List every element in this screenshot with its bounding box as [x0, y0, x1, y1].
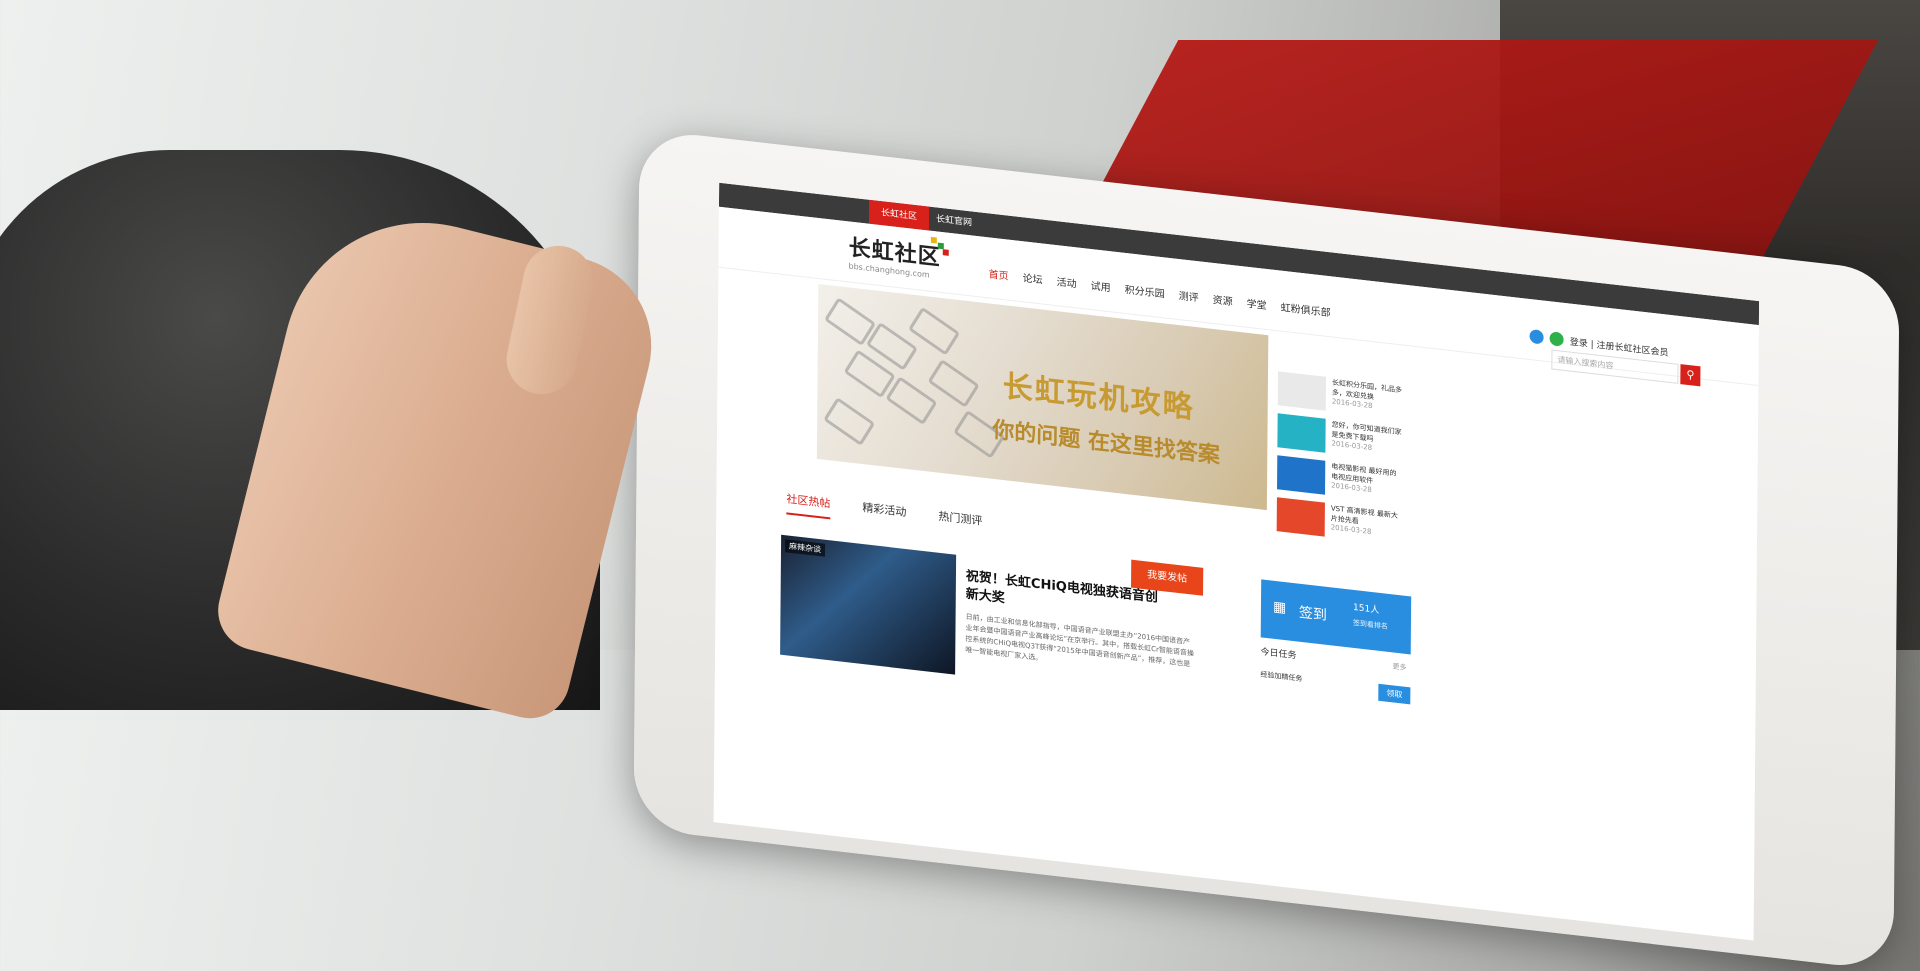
tab-hot-posts[interactable]: 社区热帖	[786, 490, 831, 520]
nav-item[interactable]: 论坛	[1023, 269, 1043, 286]
claim-task-button[interactable]: 领取	[1378, 683, 1411, 705]
side-news-list: 长虹积分乐园，礼品多多，欢迎兑换 2016-03-28 您好，你可知道我们家是免费…	[1276, 371, 1403, 553]
nav-item[interactable]: 学堂	[1247, 295, 1267, 312]
logo-squares-icon	[930, 236, 949, 257]
tab-events[interactable]: 精彩活动	[862, 499, 906, 528]
post-image: 麻辣杂谈	[780, 534, 957, 675]
list-item[interactable]: 长虹积分乐园，礼品多多，欢迎兑换 2016-03-28	[1277, 371, 1403, 419]
tab-reviews[interactable]: 热门测评	[938, 508, 982, 537]
list-item[interactable]: 电视猫影视 最好用的电视应用软件 2016-03-28	[1277, 455, 1402, 503]
tablet-screen: 长虹社区 长虹官网 长虹社区 bbs.changhong.com 首页 论坛 活…	[713, 182, 1760, 941]
list-item[interactable]: VST 高清影视 最新大片抢先看 2016-03-28	[1276, 497, 1402, 545]
nav-item[interactable]: 首页	[989, 265, 1009, 282]
nav-item[interactable]: 试用	[1091, 277, 1111, 294]
post-category: 麻辣杂谈	[784, 539, 826, 557]
search-button[interactable]: ⚲	[1680, 364, 1701, 387]
content-tabs: 社区热帖 精彩活动 热门测评	[786, 490, 983, 537]
sign-in-label: 签到	[1298, 604, 1328, 624]
sign-in-rank-link[interactable]: 签到看排名	[1353, 618, 1388, 632]
news-thumbnail	[1276, 497, 1325, 537]
calendar-icon: ▦	[1272, 598, 1287, 617]
list-item[interactable]: 您好，你可知道我们家是免费下载吗 2016-03-28	[1277, 413, 1402, 461]
site-logo[interactable]: 长虹社区 bbs.changhong.com	[849, 229, 949, 280]
nav-item[interactable]: 测评	[1179, 287, 1199, 304]
nav-item[interactable]: 活动	[1057, 273, 1077, 290]
nav-item[interactable]: 资源	[1213, 291, 1233, 308]
news-thumbnail	[1277, 413, 1326, 453]
news-thumbnail	[1277, 371, 1327, 411]
task-more-link[interactable]: 更多	[1393, 661, 1407, 673]
sign-in-count: 151人	[1353, 602, 1380, 616]
hot-post-card[interactable]: 麻辣杂谈 祝贺！长虹CHiQ电视独获语音创新大奖 日前，由工业和信息化部指导，中…	[780, 534, 1241, 717]
daily-task-panel: 今日任务 更多 经验加精任务 领取	[1260, 644, 1411, 705]
wechat-icon[interactable]	[1549, 331, 1564, 347]
nav-item[interactable]: 积分乐园	[1125, 281, 1165, 301]
qq-icon[interactable]	[1529, 329, 1544, 345]
nav-item[interactable]: 虹粉俱乐部	[1281, 299, 1331, 320]
news-thumbnail	[1277, 455, 1326, 495]
sign-in-panel[interactable]: ▦ 签到 151人 签到看排名	[1260, 579, 1412, 655]
